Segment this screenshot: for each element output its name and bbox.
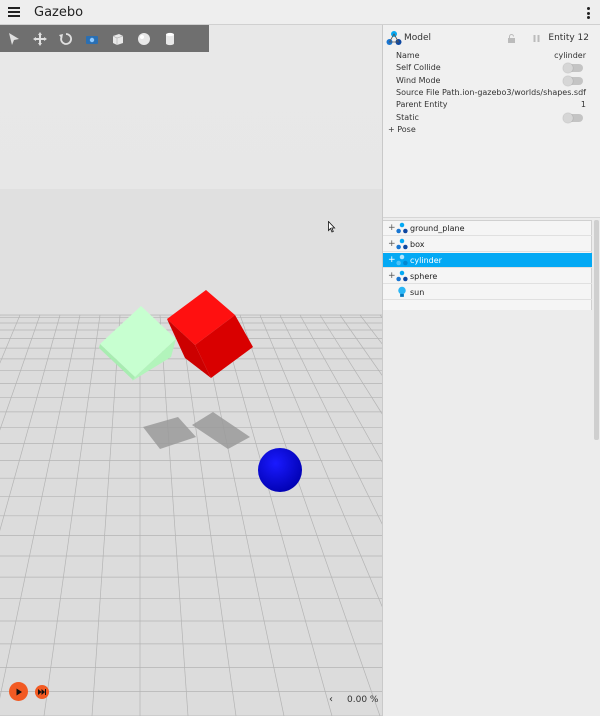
entity-id-label: Entity 12 [548,33,589,43]
rtf-collapse-chevron[interactable]: ‹ [329,694,333,705]
property-row-name: Name cylinder [383,51,591,63]
property-value: cylinder [554,51,586,60]
select-tool-icon[interactable] [4,29,24,49]
property-label: Parent Entity [396,100,448,109]
property-value: 1 [580,100,586,109]
lock-icon[interactable] [507,34,516,43]
model-icon [396,222,408,234]
expand-icon[interactable]: + [388,223,396,233]
screenshot-tool-icon[interactable] [82,29,102,49]
static-toggle[interactable] [563,113,583,123]
sphere-model[interactable] [258,448,302,492]
property-label: Wind Mode [396,76,441,85]
property-label: Source File Path [396,88,460,97]
right-panel: Model Entity 12 Name cylinder Self Colli… [382,25,600,716]
tree-item-sphere[interactable]: + sphere [383,269,592,284]
self-collide-toggle[interactable] [563,63,583,73]
step-button[interactable] [35,685,49,699]
property-label: Static [396,113,419,122]
inspector-title: Model [404,33,432,43]
tree-item-cylinder[interactable]: + cylinder [383,253,592,268]
tree-item-sun[interactable]: sun [383,285,592,300]
light-bulb-icon [398,286,406,297]
expand-icon[interactable]: + [388,239,396,249]
property-value: ...ion-gazebo3/worlds/shapes.sdf [454,88,586,97]
tree-item-box[interactable]: + box [383,237,592,252]
entity-tree: + ground_plane + box + cylinder + sphere [383,220,592,310]
play-icon [16,688,22,695]
menu-icon[interactable] [8,7,20,17]
property-label: Self Collide [396,63,441,72]
gazebo-window: Gazebo ‹ 0.00 % Model Entity 12 Name cyl… [0,0,600,716]
mouse-cursor-icon [328,221,336,233]
tree-item-label: sun [410,288,425,297]
property-label: Name [396,51,420,60]
tree-item-label: box [410,240,425,249]
rotate-tool-icon[interactable] [56,29,76,49]
pause-icon[interactable] [532,34,541,43]
scene-toolbar [0,25,209,52]
expand-icon[interactable]: + [388,271,396,281]
model-icon [386,31,402,45]
wind-mode-toggle[interactable] [563,76,583,86]
play-button[interactable] [9,682,28,701]
real-time-factor: 0.00 % [347,695,379,705]
title-bar: Gazebo [0,0,600,25]
model-icon [396,238,408,250]
tree-item-label: cylinder [410,256,442,265]
sphere-shape-icon[interactable] [134,29,154,49]
panel-scrollbar[interactable] [594,220,599,440]
cylinder-shape-icon[interactable] [160,29,180,49]
expand-icon[interactable]: + [388,255,396,265]
property-row-self-collide: Self Collide [383,63,591,75]
scene-render [0,25,383,716]
step-icon [38,689,46,695]
property-row-source-file-path: Source File Path ...ion-gazebo3/worlds/s… [383,88,591,100]
tree-item-label: sphere [410,272,438,281]
tree-item-ground-plane[interactable]: + ground_plane [383,221,592,236]
tree-item-label: ground_plane [410,224,465,233]
box-shape-icon[interactable] [108,29,128,49]
model-icon [396,270,408,282]
model-icon [396,254,408,266]
more-options-icon[interactable] [587,7,590,19]
component-inspector: Model Entity 12 Name cylinder Self Colli… [383,25,600,218]
inspector-header: Model Entity 12 [383,27,600,47]
3d-scene-viewport[interactable] [0,25,383,716]
app-title: Gazebo [34,4,84,20]
property-row-static: Static [383,113,591,125]
pose-expander[interactable]: + Pose [388,125,416,134]
property-row-parent-entity: Parent Entity 1 [383,100,591,112]
property-row-wind-mode: Wind Mode [383,76,591,88]
translate-tool-icon[interactable] [30,29,50,49]
